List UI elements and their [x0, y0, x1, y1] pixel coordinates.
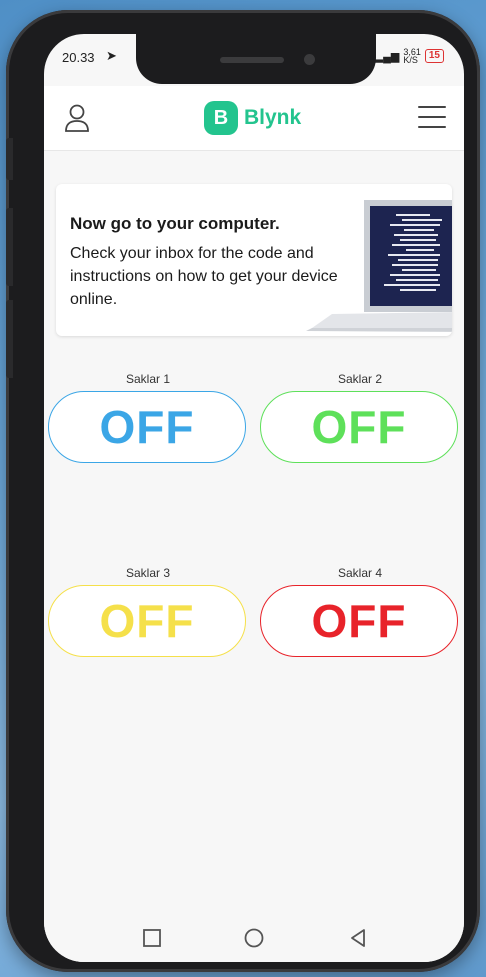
menu-icon[interactable] — [418, 106, 446, 128]
volume-down-button — [6, 300, 13, 378]
switch-label-2: Saklar 2 — [337, 372, 383, 386]
screen: 20.33 ➤ 4G ▂▄▆ 3,61 K/S 15 B — [44, 34, 464, 962]
app-bar: B Blynk — [44, 86, 464, 151]
switch-label-1: Saklar 1 — [125, 372, 171, 386]
phone-frame: 20.33 ➤ 4G ▂▄▆ 3,61 K/S 15 B — [6, 10, 480, 972]
front-camera — [304, 54, 315, 65]
switch-state-1: OFF — [99, 401, 195, 453]
switch-state-4: OFF — [311, 595, 407, 647]
volume-up-button — [6, 208, 13, 286]
back-icon[interactable] — [346, 926, 370, 950]
battery-indicator: 15 — [424, 49, 444, 63]
switch-label-3: Saklar 3 — [125, 566, 171, 580]
switch-label-4: Saklar 4 — [337, 566, 383, 580]
telegram-icon: ➤ — [106, 48, 117, 63]
profile-icon[interactable] — [64, 104, 90, 132]
speed-unit: K/S — [403, 55, 418, 65]
switch-button-2[interactable]: OFF — [260, 391, 458, 463]
switch-button-1[interactable]: OFF — [48, 391, 246, 463]
signal-icon: ▂▄▆ — [374, 50, 400, 63]
brand-name: Blynk — [244, 106, 302, 129]
brand-logo: B — [204, 101, 238, 135]
android-nav-bar — [44, 914, 464, 962]
banner-title: Now go to your computer. — [70, 214, 280, 233]
side-button — [6, 138, 13, 180]
switch-button-4[interactable]: OFF — [260, 585, 458, 657]
status-time: 20.33 — [62, 50, 95, 65]
laptop-illustration — [306, 200, 452, 332]
switch-state-3: OFF — [99, 595, 195, 647]
brand: B Blynk — [204, 101, 301, 135]
speaker-grille — [220, 57, 284, 63]
switch-button-3[interactable]: OFF — [48, 585, 246, 657]
onboarding-banner: Now go to your computer. Check your inbo… — [56, 184, 452, 336]
home-icon[interactable] — [242, 926, 266, 950]
camera-notch — [136, 34, 376, 84]
switch-state-2: OFF — [311, 401, 407, 453]
recents-icon[interactable] — [140, 926, 164, 950]
speed-readout: 3,61 K/S — [403, 48, 421, 65]
